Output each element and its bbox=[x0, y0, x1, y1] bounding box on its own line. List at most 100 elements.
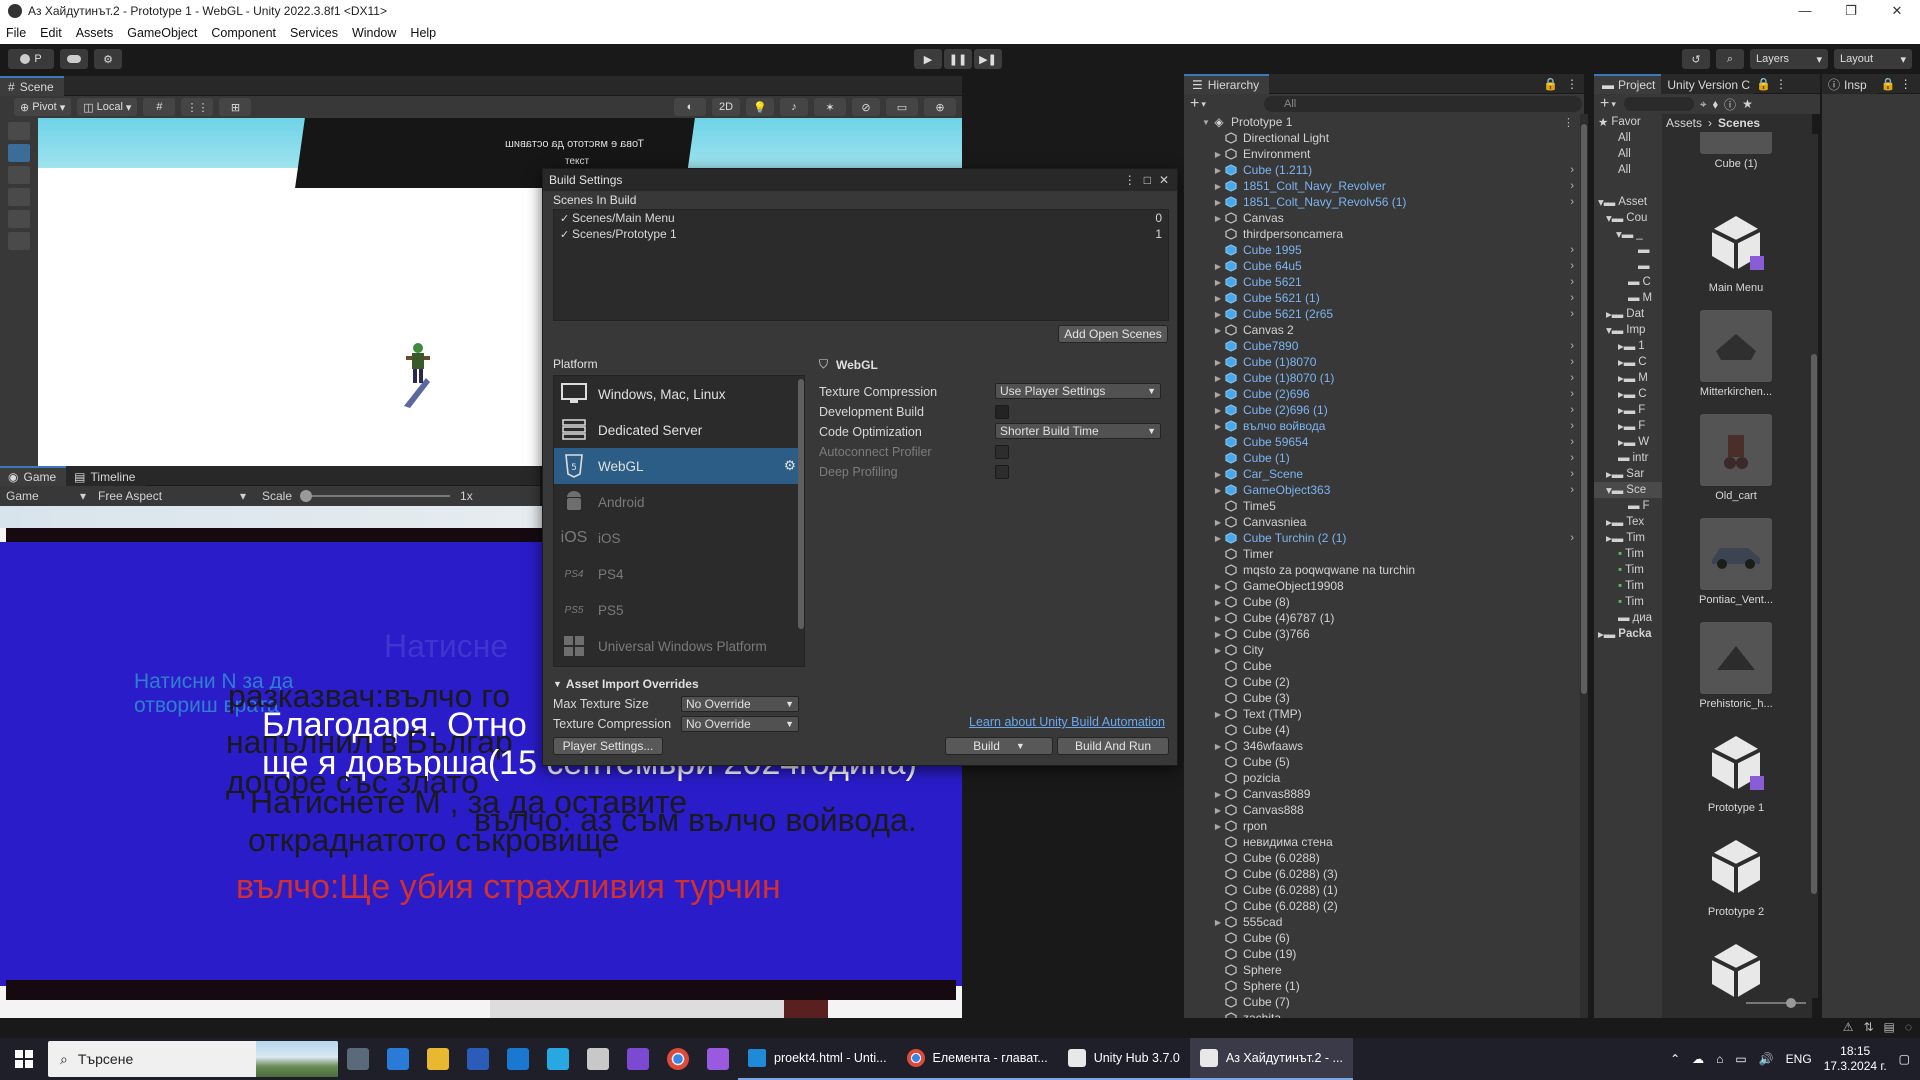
menu-gameobject[interactable]: GameObject bbox=[127, 26, 197, 40]
lighting-toggle[interactable]: 💡 bbox=[746, 98, 774, 116]
platform-ios[interactable]: iOS iOS bbox=[554, 520, 804, 556]
caret-right-icon[interactable]: ▶ bbox=[1212, 150, 1224, 159]
chrome-icon[interactable] bbox=[658, 1038, 698, 1080]
maximize-button[interactable]: ❐ bbox=[1828, 3, 1874, 19]
chevron-right-icon[interactable]: › bbox=[1570, 356, 1574, 368]
progress-icon[interactable]: ◌ bbox=[1905, 1020, 1912, 1034]
tree-item[interactable]: ▸▬ Dat bbox=[1594, 306, 1662, 322]
project-scroll-thumb[interactable] bbox=[1811, 354, 1817, 894]
tree-item[interactable]: ▸▬ Tex bbox=[1594, 514, 1662, 530]
camera-settings-button[interactable]: ▭ bbox=[886, 98, 918, 116]
hierarchy-item[interactable]: ▶ Cube (1.211) › bbox=[1184, 162, 1584, 178]
caret-right-icon[interactable]: ▶ bbox=[1212, 806, 1224, 815]
build-button[interactable]: Build ▼ bbox=[945, 737, 1053, 755]
breadcrumb-assets[interactable]: Assets bbox=[1666, 116, 1702, 130]
audio-toggle[interactable]: ♪ bbox=[780, 98, 808, 116]
menu-window[interactable]: Window bbox=[352, 26, 396, 40]
hierarchy-item[interactable]: ▶ Cube (3)766 bbox=[1184, 626, 1584, 642]
tree-item[interactable]: ▾▬ _ bbox=[1594, 226, 1662, 242]
hierarchy-item[interactable]: невидима стена bbox=[1184, 834, 1584, 850]
create-asset-button[interactable]: + bbox=[1600, 95, 1609, 113]
chevron-right-icon[interactable]: › bbox=[1570, 388, 1574, 400]
hierarchy-item[interactable]: ▶ rpon bbox=[1184, 818, 1584, 834]
tree-item[interactable]: ▬ C bbox=[1594, 274, 1662, 290]
hierarchy-item[interactable]: ▶ Cube (1)8070 (1) › bbox=[1184, 370, 1584, 386]
tree-item[interactable]: ▪ Tim bbox=[1594, 562, 1662, 578]
shading-mode-button[interactable]: ◐ bbox=[674, 98, 706, 116]
hierarchy-item[interactable]: zachita bbox=[1184, 1010, 1584, 1018]
lock-icon[interactable]: 🔒 bbox=[1543, 77, 1558, 91]
pause-button[interactable]: ❚❚ bbox=[944, 49, 972, 69]
tab-project[interactable]: ▬ Project bbox=[1594, 73, 1662, 94]
max-texture-size-dropdown[interactable]: No Override ▼ bbox=[681, 696, 799, 712]
move-tool-icon[interactable] bbox=[8, 144, 30, 162]
caret-right-icon[interactable]: ▶ bbox=[1212, 822, 1224, 831]
caret-right-icon[interactable]: ▶ bbox=[1212, 646, 1224, 655]
maximize-icon[interactable]: □ bbox=[1144, 173, 1151, 187]
snap-increment-button[interactable]: ⋮⋮ bbox=[181, 98, 214, 116]
chevron-right-icon[interactable]: › bbox=[1570, 196, 1574, 208]
store-app-icon[interactable] bbox=[378, 1038, 418, 1080]
autoconnect-profiler-checkbox[interactable] bbox=[995, 445, 1009, 459]
caret-right-icon[interactable]: ▶ bbox=[1212, 390, 1224, 399]
menu-file[interactable]: File bbox=[6, 26, 26, 40]
hierarchy-scroll-thumb[interactable] bbox=[1581, 124, 1587, 694]
lock-icon[interactable]: 🔒 bbox=[1756, 77, 1771, 91]
asset-item-scene[interactable] bbox=[1666, 934, 1806, 1010]
tab-scene[interactable]: # Scene bbox=[0, 75, 64, 96]
hierarchy-item[interactable]: Time5 bbox=[1184, 498, 1584, 514]
platform-android[interactable]: Android bbox=[554, 484, 804, 520]
taskbar-app-unity-editor[interactable]: Аз Хайдутинът.2 - ... bbox=[1189, 1038, 1353, 1080]
caret-right-icon[interactable]: ▶ bbox=[1212, 598, 1224, 607]
breadcrumb-scenes[interactable]: Scenes bbox=[1718, 116, 1760, 130]
assets-root[interactable]: ▾▬ Asset bbox=[1594, 194, 1662, 210]
hierarchy-item[interactable]: ▶ Cube (1)8070 › bbox=[1184, 354, 1584, 370]
taskbar-search[interactable]: ⌕ Търсене bbox=[48, 1041, 338, 1077]
project-asset-grid[interactable]: Cube (1) Main Menu Mitterkirchen... Old_… bbox=[1662, 114, 1812, 1018]
tree-item[interactable]: ▬ диа bbox=[1594, 610, 1662, 626]
hierarchy-item[interactable]: ▶ 1851_Colt_Navy_Revolv56 (1) › bbox=[1184, 194, 1584, 210]
tree-item[interactable]: ▸▬ W bbox=[1594, 434, 1662, 450]
hierarchy-item[interactable]: ▶ 346wfaaws bbox=[1184, 738, 1584, 754]
menu-help[interactable]: Help bbox=[410, 26, 436, 40]
word-app-icon[interactable] bbox=[458, 1038, 498, 1080]
hierarchy-item[interactable]: ▶ Cube (8) bbox=[1184, 594, 1584, 610]
toggle-2d-button[interactable]: 2D bbox=[712, 98, 740, 116]
visual-studio-icon[interactable] bbox=[698, 1038, 738, 1080]
chevron-right-icon[interactable]: › bbox=[1570, 164, 1574, 176]
tree-item[interactable]: ▸▬ C bbox=[1594, 354, 1662, 370]
taskbar-app-vscode[interactable]: proekt4.html - Unti... bbox=[738, 1038, 897, 1080]
hierarchy-item[interactable]: ▶ Canvas bbox=[1184, 210, 1584, 226]
search-button[interactable]: ⌕ bbox=[1716, 49, 1744, 69]
taskbar-app-unity-hub[interactable]: Unity Hub 3.7.0 bbox=[1057, 1038, 1190, 1080]
tree-item[interactable]: ▸▬ M bbox=[1594, 370, 1662, 386]
platform-dedicated-server[interactable]: Dedicated Server bbox=[554, 412, 804, 448]
platform-webgl[interactable]: 5 WebGL ⚙ bbox=[554, 448, 804, 484]
pivot-toggle[interactable]: ⊕ Pivot ▾ bbox=[14, 98, 72, 116]
language-indicator[interactable]: ENG bbox=[1786, 1052, 1812, 1066]
tree-item[interactable]: ▸▬ Tim bbox=[1594, 530, 1662, 546]
cloud-button[interactable] bbox=[60, 49, 88, 69]
caret-right-icon[interactable]: ▶ bbox=[1212, 310, 1224, 319]
chevron-right-icon[interactable]: › bbox=[1570, 452, 1574, 464]
hierarchy-item[interactable]: Directional Light bbox=[1184, 130, 1584, 146]
chevron-right-icon[interactable]: › bbox=[1570, 372, 1574, 384]
menu-assets[interactable]: Assets bbox=[76, 26, 114, 40]
hierarchy-item[interactable]: Cube (3) bbox=[1184, 690, 1584, 706]
chevron-right-icon[interactable]: › bbox=[1570, 532, 1574, 544]
caret-right-icon[interactable]: ▶ bbox=[1212, 534, 1224, 543]
lock-icon[interactable]: 🔒 bbox=[1881, 77, 1896, 91]
caret-right-icon[interactable]: ▶ bbox=[1212, 358, 1224, 367]
asset-item-pontiac[interactable]: Pontiac_Vent... bbox=[1666, 518, 1806, 606]
tree-item[interactable]: ▪ Tim bbox=[1594, 578, 1662, 594]
hierarchy-item[interactable]: thirdpersoncamera bbox=[1184, 226, 1584, 242]
caret-right-icon[interactable]: ▶ bbox=[1212, 198, 1224, 207]
chevron-right-icon[interactable]: › bbox=[1570, 404, 1574, 416]
layers-dropdown[interactable]: Layers ▾ bbox=[1750, 49, 1828, 69]
tree-item[interactable]: ▾▬ Imp bbox=[1594, 322, 1662, 338]
project-search-input[interactable] bbox=[1623, 97, 1694, 111]
hierarchy-item[interactable]: ▶ Cube Turchin (2 (1) › bbox=[1184, 530, 1584, 546]
hierarchy-item[interactable]: ▶ GameObject363 › bbox=[1184, 482, 1584, 498]
caret-right-icon[interactable]: ▶ bbox=[1212, 422, 1224, 431]
grid-snap-button[interactable]: # bbox=[143, 98, 176, 116]
